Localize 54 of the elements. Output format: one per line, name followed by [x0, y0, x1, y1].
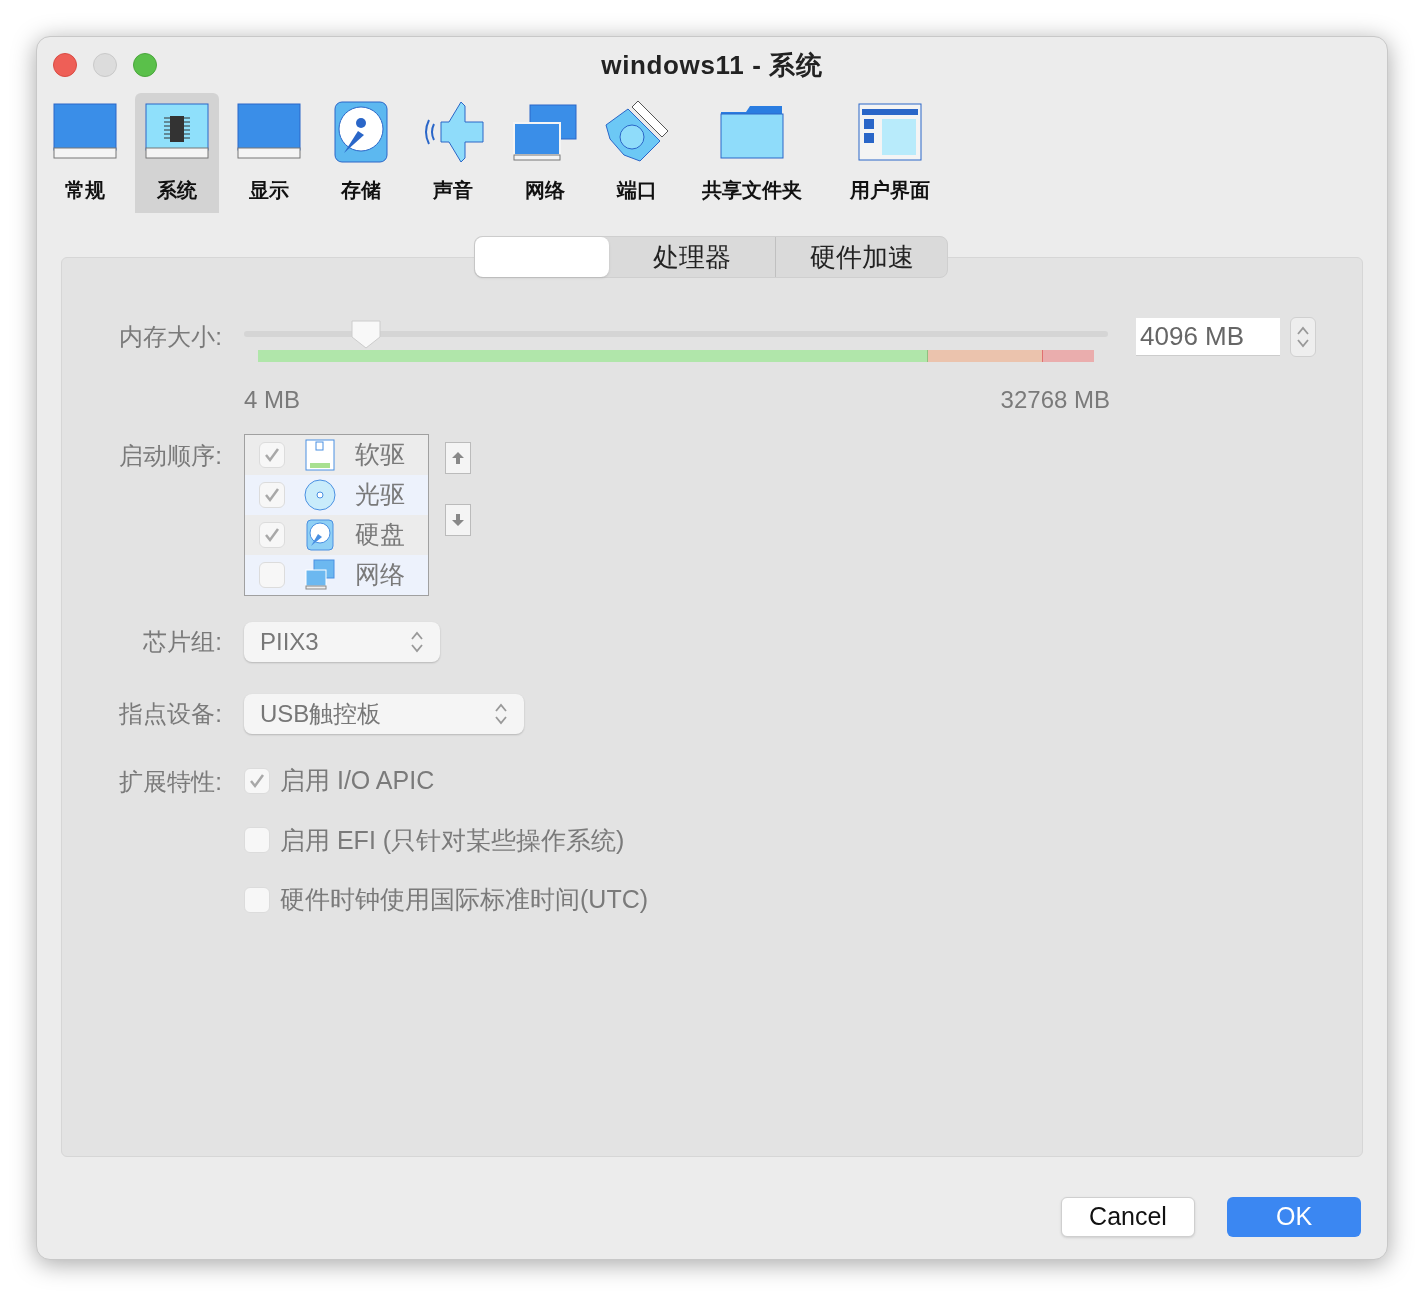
toolbar-tab[interactable]: 常规	[43, 93, 127, 213]
checkbox-label: 启用 EFI (只针对某些操作系统)	[280, 824, 625, 856]
stepper[interactable]	[1290, 317, 1316, 357]
toolbar-tab[interactable]: 系统	[135, 93, 219, 213]
field-label: 启动顺序:	[118, 441, 223, 471]
pointing-device-dropdown[interactable]: USB触控板	[244, 694, 524, 734]
dialog-button[interactable]: OK	[1227, 1197, 1361, 1237]
checkmark-icon	[263, 446, 281, 464]
toolbar-tab[interactable]: 网络	[503, 93, 587, 213]
move-up-button[interactable]	[445, 442, 471, 474]
up-down-chevron-icon	[410, 630, 424, 654]
segment-tab[interactable]: 硬件加速	[775, 237, 947, 277]
toolbar-tab[interactable]: 端口	[595, 93, 679, 213]
checkbox[interactable]	[259, 562, 285, 588]
field-label: 指点设备:	[118, 699, 223, 729]
dialog-button[interactable]: Cancel	[1061, 1197, 1195, 1237]
checkbox[interactable]	[259, 522, 285, 548]
memory-input[interactable]: 4096 MB	[1136, 318, 1280, 356]
arrow-down-icon	[451, 513, 465, 527]
boot-order-item[interactable]: 光驱	[245, 475, 428, 515]
checkbox[interactable]	[244, 886, 270, 913]
up-down-chevron-icon	[1296, 325, 1310, 349]
field-label: 扩展特性:	[118, 767, 223, 797]
checkbox[interactable]	[244, 827, 270, 854]
chipset-dropdown[interactable]: PIIX3	[244, 622, 440, 662]
up-down-chevron-icon	[494, 702, 508, 726]
checkbox[interactable]	[259, 442, 285, 468]
minimize-button[interactable]	[93, 53, 117, 77]
boot-order-item[interactable]: 网络	[245, 555, 428, 595]
toolbar-tab[interactable]: 共享文件夹	[687, 93, 817, 213]
window-title: windows11 - 系统	[601, 48, 823, 82]
toolbar-icon	[604, 99, 670, 165]
field-label: 芯片组:	[142, 627, 223, 657]
checkbox[interactable]	[244, 767, 270, 794]
toolbar-tab[interactable]: 用户界面	[825, 93, 955, 213]
checkbox-label: 启用 I/O APIC	[280, 765, 435, 796]
checkmark-icon	[263, 526, 281, 544]
checkbox[interactable]	[259, 482, 285, 508]
zoom-button[interactable]	[133, 53, 157, 77]
toolbar-tab[interactable]: 声音	[411, 93, 495, 213]
toolbar-tab[interactable]: 存储	[319, 93, 403, 213]
checkbox-label: 硬件时钟使用国际标准时间(UTC)	[280, 884, 649, 915]
max-label: 32768 MB	[1000, 385, 1110, 415]
disc-icon	[304, 479, 336, 511]
field-label: 内存大小:	[118, 322, 223, 352]
toolbar-tab[interactable]: 显示	[227, 93, 311, 213]
min-label: 4 MB	[244, 385, 300, 415]
arrow-up-icon	[451, 451, 465, 465]
network-icon	[304, 559, 336, 591]
close-button[interactable]	[53, 53, 77, 77]
move-down-button[interactable]	[445, 504, 471, 536]
checkmark-icon	[263, 486, 281, 504]
toolbar-icon	[334, 99, 388, 165]
segment-tab[interactable]: 处理器	[609, 237, 775, 277]
